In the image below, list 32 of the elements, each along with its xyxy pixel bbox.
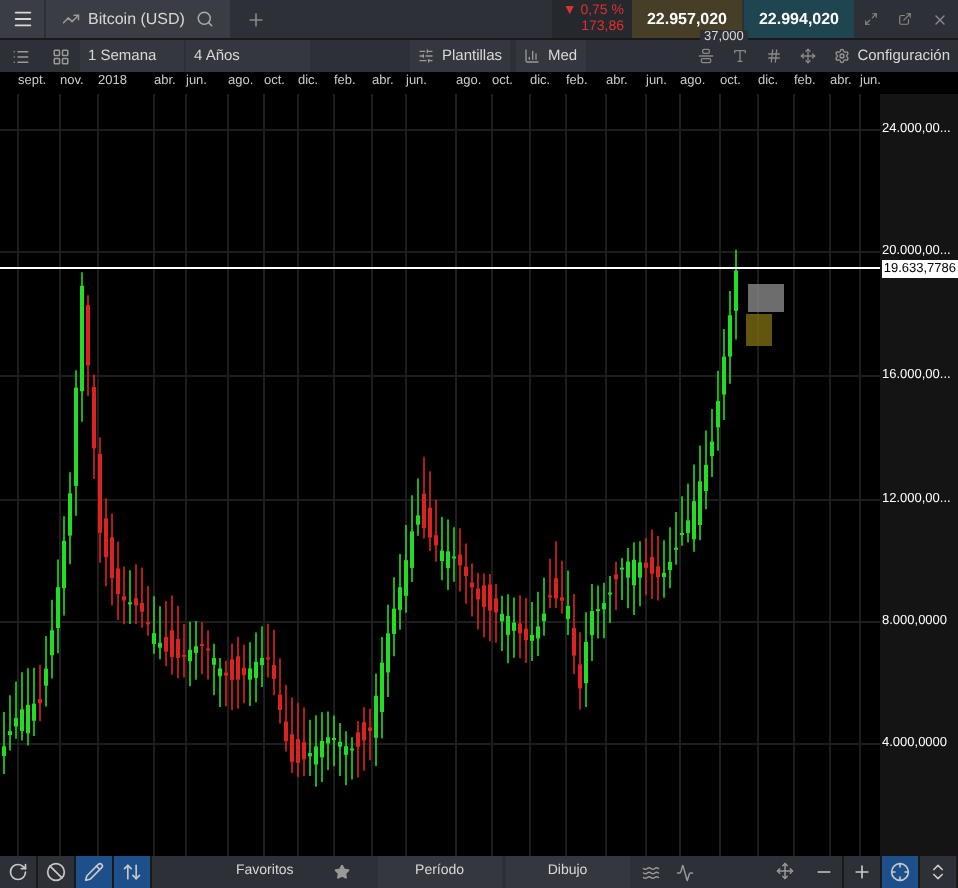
pencil-icon: [84, 862, 104, 882]
close-icon[interactable]: [932, 11, 948, 27]
indicator-icon[interactable]: [675, 863, 694, 881]
search-icon[interactable]: [196, 10, 214, 28]
chart-line-icon: [62, 10, 80, 28]
bar-chart-icon: [524, 48, 541, 64]
menu-icon[interactable]: [0, 0, 44, 38]
text-size-icon[interactable]: [731, 48, 748, 64]
zoom-in-icon: [852, 862, 872, 882]
add-tab-icon[interactable]: [246, 9, 266, 29]
wave-icon[interactable]: [641, 863, 660, 881]
settings-icon: [833, 48, 850, 64]
instrument-name: Bitcoin (USD): [88, 7, 185, 31]
shaded-zone: [746, 314, 772, 346]
expand-icon[interactable]: [864, 12, 878, 26]
arrows-tool-button[interactable]: [114, 856, 152, 888]
grid-icon[interactable]: [52, 47, 70, 65]
ban-icon: [46, 862, 66, 882]
pencil-tool-button[interactable]: [76, 856, 114, 888]
selection-box: [748, 284, 784, 312]
sliders-icon: [418, 48, 434, 64]
pan-icon[interactable]: [776, 862, 794, 880]
list-icon[interactable]: [12, 47, 30, 65]
buy-price-button[interactable]: 22.994,020: [744, 0, 854, 38]
popout-icon[interactable]: [898, 12, 912, 26]
arrows-icon: [122, 862, 142, 882]
gridlines-icon[interactable]: [765, 48, 782, 64]
crosshair-tool-button[interactable]: [882, 856, 920, 888]
refresh-icon: [8, 862, 28, 882]
instrument-tab[interactable]: Bitcoin (USD): [46, 0, 230, 38]
star-icon: [333, 864, 350, 880]
crosshair-icon: [890, 862, 910, 882]
